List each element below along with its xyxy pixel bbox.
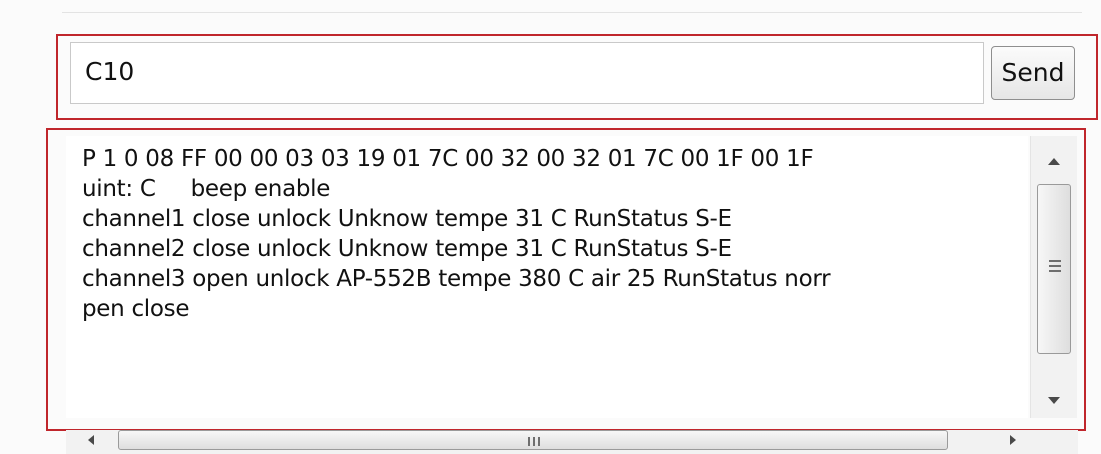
output-textarea[interactable]: P 1 0 08 FF 00 00 03 03 19 01 7C 00 32 0… bbox=[66, 136, 1028, 418]
output-line: pen close bbox=[82, 296, 190, 322]
grip-icon bbox=[533, 437, 535, 446]
scroll-up-arrow-icon[interactable] bbox=[1048, 158, 1060, 165]
output-line: channel1 close unlock Unknow tempe 31 C … bbox=[82, 206, 732, 232]
grip-icon bbox=[1049, 270, 1061, 272]
horizontal-scrollbar[interactable] bbox=[66, 430, 1078, 454]
vertical-scroll-thumb[interactable] bbox=[1037, 184, 1071, 354]
grip-icon bbox=[1049, 265, 1061, 267]
serial-console-panel: C10 Send P 1 0 08 FF 00 00 03 03 19 01 7… bbox=[0, 0, 1101, 454]
command-input[interactable]: C10 bbox=[70, 42, 984, 104]
grip-icon bbox=[1049, 260, 1061, 262]
output-line: uint: C beep enable bbox=[82, 176, 331, 202]
grip-icon bbox=[528, 437, 530, 446]
top-divider bbox=[62, 12, 1082, 13]
scroll-right-arrow-icon[interactable] bbox=[1010, 435, 1016, 445]
grip-icon bbox=[538, 437, 540, 446]
vertical-scrollbar[interactable] bbox=[1030, 136, 1077, 418]
horizontal-scroll-thumb[interactable] bbox=[118, 430, 948, 450]
output-line: channel3 open unlock AP-552B tempe 380 C… bbox=[82, 266, 831, 292]
output-line: P 1 0 08 FF 00 00 03 03 19 01 7C 00 32 0… bbox=[82, 146, 814, 172]
scroll-left-arrow-icon[interactable] bbox=[88, 435, 94, 445]
send-button[interactable]: Send bbox=[991, 46, 1075, 100]
scroll-down-arrow-icon[interactable] bbox=[1048, 397, 1060, 404]
output-line: channel2 close unlock Unknow tempe 31 C … bbox=[82, 236, 732, 262]
